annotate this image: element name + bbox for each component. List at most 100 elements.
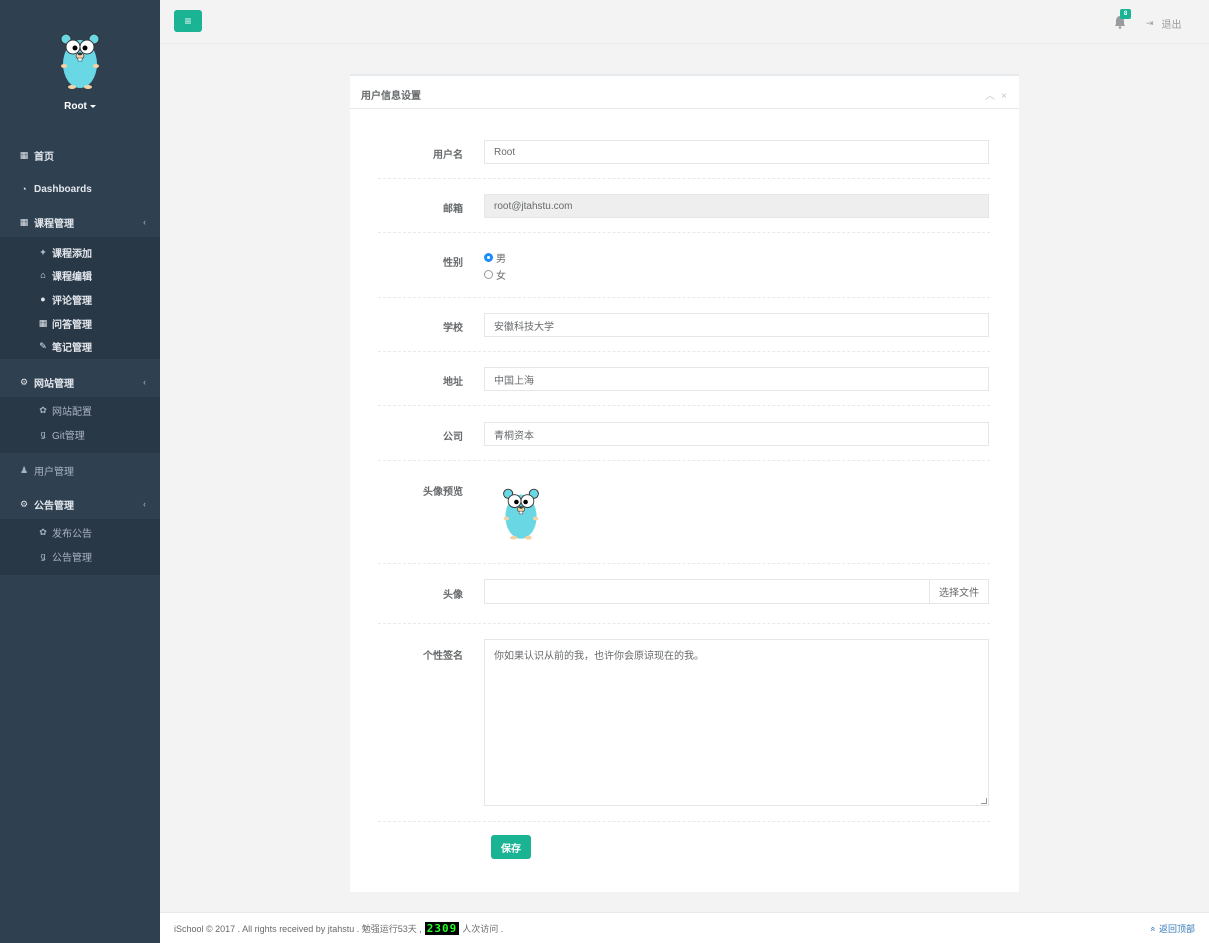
form-divider xyxy=(378,232,990,233)
address-input[interactable]: 中国上海 xyxy=(484,367,989,391)
sidebar-subitem-label: Git管理 xyxy=(52,430,85,442)
panel-tools: ︿ × xyxy=(979,87,1007,102)
form-divider xyxy=(378,351,990,352)
profile-name-dropdown[interactable]: Root xyxy=(0,101,160,112)
dashboard-icon: ◔ xyxy=(21,184,27,194)
back-to-top-link[interactable]: « 返回顶部 xyxy=(1148,922,1195,935)
notifications-button[interactable]: 8 xyxy=(1114,9,1131,29)
submenu-announcement: ✿ 发布公告 ǥ 公告管理 xyxy=(0,519,160,575)
avatar-label: 头像 xyxy=(443,590,463,601)
sidebar-subitem-label: 课程编辑 xyxy=(52,271,92,283)
school-input[interactable]: 安徽科技大学 xyxy=(484,313,989,337)
submenu-site: ✿ 网站配置 ǥ Git管理 xyxy=(0,397,160,453)
comment-icon: ● xyxy=(40,294,46,304)
form-divider xyxy=(378,178,990,179)
sidebar-item-label: 公告管理 xyxy=(34,500,74,512)
caret-down-icon xyxy=(89,104,96,108)
sidebar-subitem-label: 笔记管理 xyxy=(52,342,92,354)
sidebar-item-site-management[interactable]: ⚙ 网站管理 ‹ xyxy=(0,367,160,397)
email-input[interactable]: root@jtahstu.com xyxy=(484,194,989,218)
avatar-preview-label: 头像预览 xyxy=(423,487,463,498)
radio-checked-icon xyxy=(484,253,493,262)
form-divider xyxy=(378,821,990,822)
sidebar-item-dashboards[interactable]: ◔ Dashboards xyxy=(0,174,160,204)
cogs-icon: ⚙ xyxy=(19,376,29,387)
git-icon: ǥ xyxy=(40,429,46,439)
sidebar-item-course-management[interactable]: ▦ 课程管理 ‹ xyxy=(0,207,160,237)
notification-badge: 8 xyxy=(1120,9,1131,19)
panel-header: 用户信息设置 ︿ × xyxy=(350,76,1019,109)
company-input[interactable]: 青桐资本 xyxy=(484,422,989,446)
panel-title: 用户信息设置 xyxy=(361,91,421,102)
gender-radio-female[interactable]: 女 xyxy=(484,267,506,282)
sidebar-item-home[interactable]: ▦ 首页 xyxy=(0,140,160,170)
sidebar-subitem-label: 网站配置 xyxy=(52,406,92,418)
logout-link[interactable]: ⇥ 退出 xyxy=(1146,16,1182,31)
chevron-left-icon: ‹ xyxy=(143,499,146,509)
school-label: 学校 xyxy=(443,323,463,334)
signature-textarea[interactable]: 你如果认识从前的我，也许你会原谅现在的我。 xyxy=(484,639,989,806)
logout-label: 退出 xyxy=(1161,20,1182,31)
sidebar-subitem-label: 公告管理 xyxy=(52,552,92,564)
sidebar-item-label: 网站管理 xyxy=(34,378,74,390)
double-chevron-up-icon: « xyxy=(1148,926,1159,932)
graduation-cap-icon: ⌂ xyxy=(40,270,46,280)
form-divider xyxy=(378,405,990,406)
sidebar-subitem-course-add[interactable]: + 课程添加 xyxy=(38,243,92,261)
username-input[interactable]: Root xyxy=(484,140,989,164)
grid-icon: ▦ xyxy=(19,216,29,227)
back-to-top-label: 返回顶部 xyxy=(1158,924,1195,934)
form-divider xyxy=(378,623,990,624)
sidebar-subitem-qa[interactable]: ▦ 问答管理 xyxy=(38,314,92,332)
menu-toggle-button[interactable]: ≡ xyxy=(174,10,202,32)
username-label: 用户名 xyxy=(433,150,463,161)
gopher-avatar-icon[interactable] xyxy=(56,30,104,90)
git-icon: ǥ xyxy=(40,551,46,561)
sidebar-subitem-label: 问答管理 xyxy=(52,319,92,331)
gender-option-label: 男 xyxy=(496,254,506,265)
footer: iSchool © 2017 . All rights received by … xyxy=(160,912,1209,943)
sidebar-subitem-course-edit[interactable]: ⌂ 课程编辑 xyxy=(38,266,92,284)
chevron-left-icon: ‹ xyxy=(143,377,146,387)
address-label: 地址 xyxy=(443,377,463,388)
close-icon[interactable]: × xyxy=(1001,91,1007,102)
user-settings-panel: 用户信息设置 ︿ × 用户名 Root 邮箱 root@jtahstu.com 性… xyxy=(350,74,1019,892)
sidebar-subitem-publish-announcement[interactable]: ✿ 发布公告 xyxy=(38,523,92,541)
visit-counter: 2309 xyxy=(424,922,460,935)
form-divider xyxy=(378,563,990,564)
submenu-course: + 课程添加 ⌂ 课程编辑 ● 评论管理 ▦ 问答管理 ✎ 笔记管理 xyxy=(0,237,160,359)
chevron-left-icon: ‹ xyxy=(143,217,146,227)
sidebar-subitem-notes[interactable]: ✎ 笔记管理 xyxy=(38,337,92,355)
sidebar-subitem-site-config[interactable]: ✿ 网站配置 xyxy=(38,401,92,419)
sidebar-item-announcement-management[interactable]: ⚙ 公告管理 ‹ xyxy=(0,489,160,519)
sidebar-subitem-comments[interactable]: ● 评论管理 xyxy=(38,290,92,308)
footer-visits-label: 人次访问 . xyxy=(462,924,504,934)
profile-name: Root xyxy=(64,101,87,112)
hamburger-icon: ≡ xyxy=(184,14,192,28)
plus-icon: + xyxy=(40,247,46,257)
sidebar-subitem-announcement-list[interactable]: ǥ 公告管理 xyxy=(38,547,92,565)
pencil-icon: ✎ xyxy=(39,340,47,351)
radio-unchecked-icon xyxy=(484,270,493,279)
sidebar-item-label: 首页 xyxy=(34,151,54,163)
gopher-avatar-preview-icon xyxy=(503,488,539,540)
cogs-icon: ⚙ xyxy=(19,498,29,509)
sidebar-subitem-label: 评论管理 xyxy=(52,295,92,307)
choose-file-button[interactable]: 选择文件 xyxy=(929,580,988,603)
sidebar-item-user-management[interactable]: ♟ 用户管理 xyxy=(0,455,160,485)
gear-icon: ✿ xyxy=(39,526,47,537)
sidebar-subitem-git[interactable]: ǥ Git管理 xyxy=(38,425,85,443)
sidebar-subitem-label: 课程添加 xyxy=(52,248,92,260)
resize-handle-icon[interactable] xyxy=(981,798,987,804)
gender-radio-male[interactable]: 男 xyxy=(484,250,506,265)
form-divider xyxy=(378,460,990,461)
gender-option-label: 女 xyxy=(496,271,506,282)
avatar-file-input[interactable]: 选择文件 xyxy=(484,579,989,604)
sidebar-subitem-label: 发布公告 xyxy=(52,528,92,540)
form-divider xyxy=(378,297,990,298)
collapse-chevron-up-icon[interactable]: ︿ xyxy=(985,91,995,102)
signature-text: 你如果认识从前的我，也许你会原谅现在的我。 xyxy=(494,651,704,662)
save-button[interactable]: 保存 xyxy=(491,835,531,859)
sidebar-item-label: Dashboards xyxy=(34,183,92,195)
sign-out-icon: ⇥ xyxy=(1146,18,1154,28)
